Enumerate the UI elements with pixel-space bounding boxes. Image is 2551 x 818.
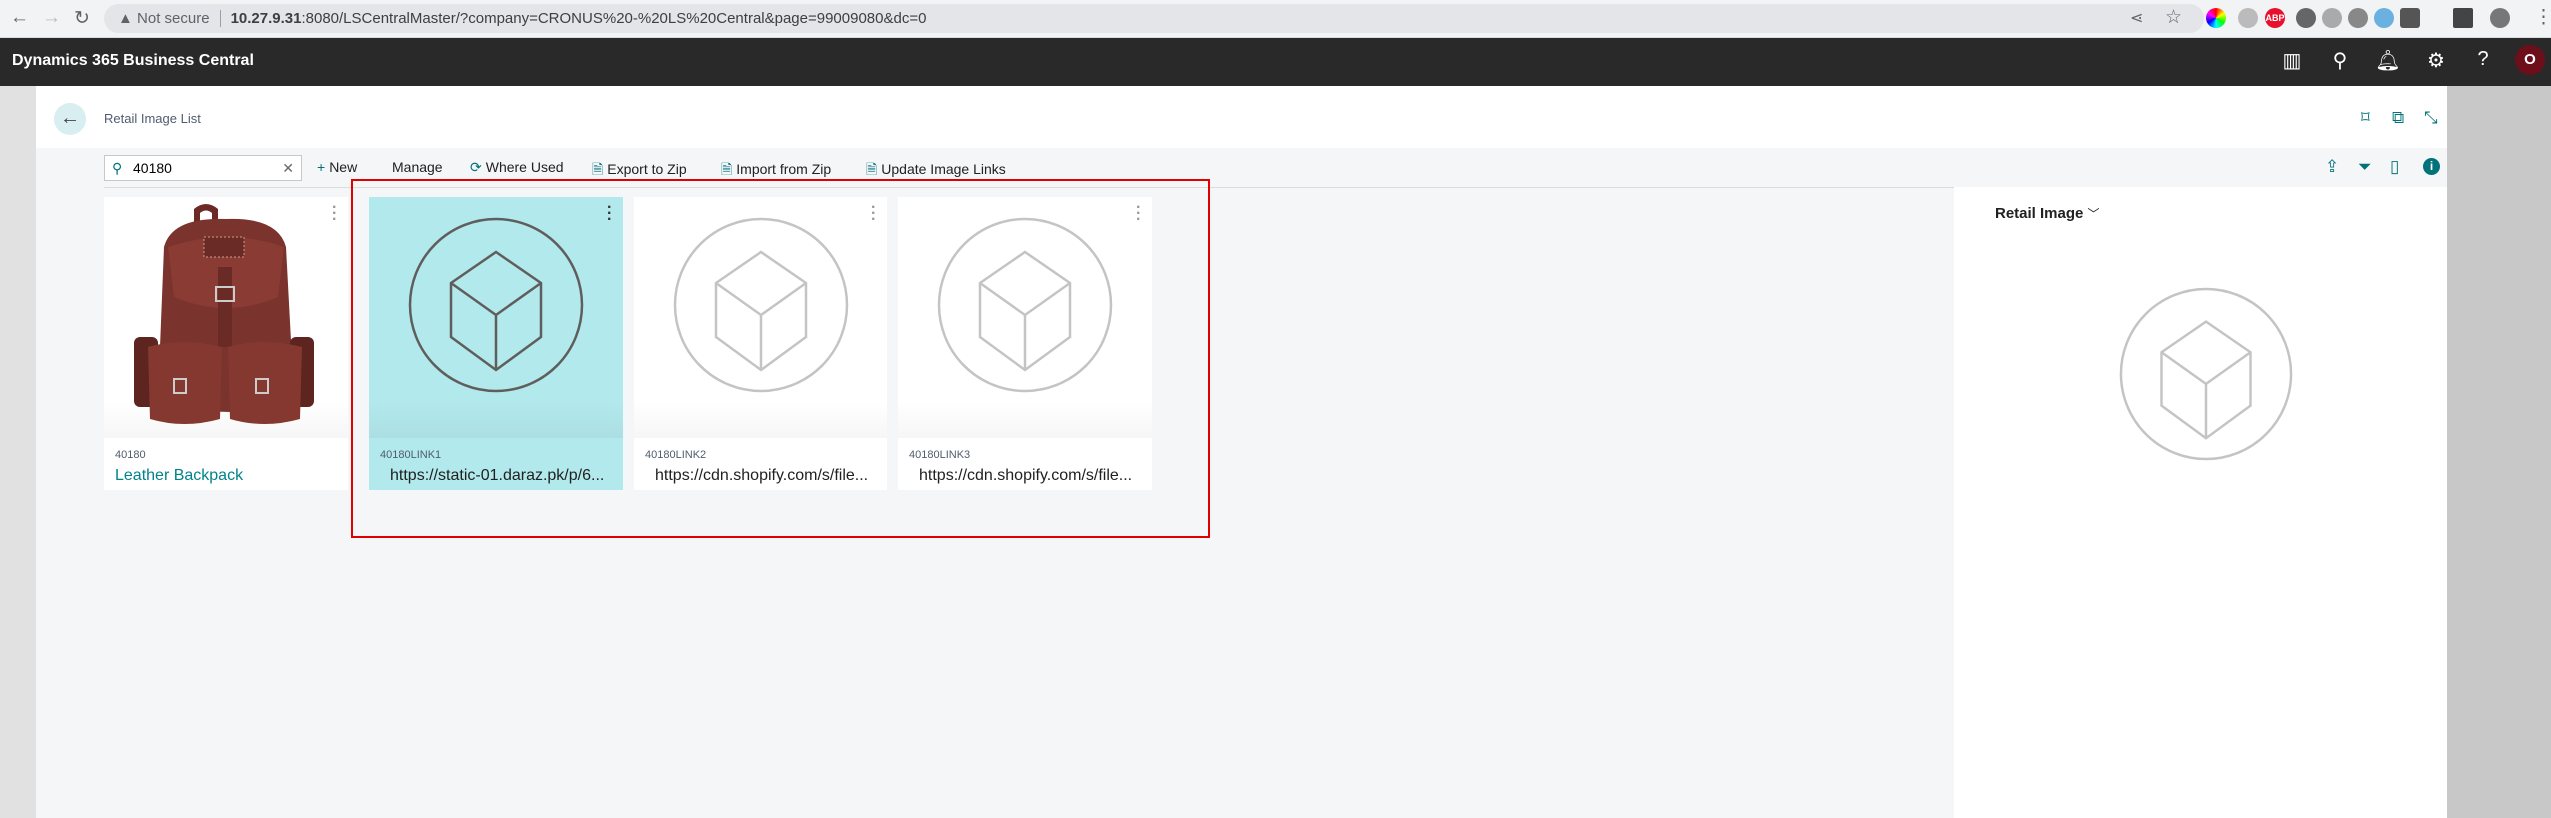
- search-icon: ⚲: [112, 160, 123, 176]
- app-bar: [0, 38, 2551, 86]
- update-label: Update Image Links: [881, 161, 1006, 177]
- gear-icon[interactable]: ⚙: [2423, 48, 2449, 73]
- left-gutter: [0, 86, 36, 818]
- search-input[interactable]: [133, 160, 263, 176]
- info-icon[interactable]: i: [2423, 158, 2440, 175]
- layout-icon[interactable]: ▯: [2390, 157, 2399, 177]
- new-button[interactable]: + New: [317, 159, 357, 175]
- card-code: 40180: [115, 449, 146, 461]
- address-bar[interactable]: ▲ Not secure 10.27.9.31:8080/LSCentralMas…: [104, 4, 2204, 33]
- share-icon[interactable]: ⇪: [2325, 157, 2339, 177]
- extensions-puzzle-icon[interactable]: [2400, 8, 2420, 28]
- extension-bug-icon[interactable]: [2296, 8, 2316, 28]
- manage-label: Manage: [392, 159, 443, 175]
- browser-menu-icon[interactable]: ⋮: [2534, 6, 2551, 29]
- app-title[interactable]: Dynamics 365 Business Central: [12, 52, 254, 70]
- card-description-link[interactable]: Leather Backpack: [115, 467, 243, 485]
- warning-icon: ▲ Not secure: [118, 10, 221, 27]
- extension-triangle-icon[interactable]: [2374, 8, 2394, 28]
- factbox-pane: [1954, 187, 2447, 818]
- search-box[interactable]: ⚲ ✕: [104, 155, 302, 181]
- update-links-icon: 🗎︎: [866, 161, 878, 177]
- profile-avatar[interactable]: [2490, 8, 2510, 28]
- where-used-button[interactable]: ⟳ Where Used: [470, 159, 564, 176]
- open-new-window-icon[interactable]: ⧉: [2392, 108, 2404, 128]
- adblock-icon[interactable]: ABP: [2265, 8, 2285, 28]
- company-building-icon[interactable]: ▥: [2279, 48, 2305, 73]
- back-button[interactable]: ←: [54, 103, 86, 135]
- factbox-cube-placeholder-icon: [2119, 287, 2293, 461]
- where-used-label: Where Used: [485, 159, 564, 175]
- page-title: Retail Image List: [104, 111, 201, 126]
- chevron-down-icon: ﹀: [2087, 207, 2100, 221]
- extension-gears-icon[interactable]: [2322, 8, 2342, 28]
- filter-icon[interactable]: ⏷: [2358, 157, 2372, 177]
- side-panel-icon[interactable]: [2453, 8, 2473, 28]
- url-host: 10.27.9.31: [230, 10, 302, 27]
- backpack-image: [104, 197, 348, 438]
- user-avatar[interactable]: O: [2515, 45, 2545, 75]
- highlight-box: [351, 179, 1210, 538]
- new-label: New: [329, 159, 358, 175]
- extension-color-icon[interactable]: [2206, 8, 2226, 28]
- plus-icon: +: [317, 159, 326, 175]
- factbox-title-label: Retail Image: [1995, 205, 2084, 222]
- not-secure-label: Not secure: [137, 10, 210, 27]
- help-icon[interactable]: ?: [2470, 48, 2496, 71]
- export-file-icon: 🗎︎: [592, 161, 604, 177]
- clear-search-icon[interactable]: ✕: [282, 156, 294, 180]
- url-path: :8080/LSCentralMaster/?company=CRONUS%20…: [301, 10, 927, 27]
- bell-icon[interactable]: 🔔︎: [2375, 48, 2401, 73]
- extension-wave-icon[interactable]: [2348, 8, 2368, 28]
- page-header: [36, 86, 2447, 148]
- bookmark-icon[interactable]: ⌑: [2361, 108, 2370, 128]
- reload-icon[interactable]: ↻: [74, 7, 90, 30]
- import-file-icon: 🗎︎: [721, 161, 733, 177]
- share-icon[interactable]: ⋖: [2130, 8, 2143, 28]
- where-used-icon: ⟳: [470, 159, 482, 175]
- back-nav-icon[interactable]: ←: [10, 7, 29, 29]
- search-icon[interactable]: ⚲: [2327, 48, 2353, 73]
- factbox-title[interactable]: Retail Image ﹀: [1995, 205, 2100, 222]
- star-icon[interactable]: ☆: [2165, 6, 2182, 29]
- right-gutter: [2447, 86, 2551, 818]
- collapse-icon[interactable]: ⤡: [2424, 108, 2438, 128]
- import-label: Import from Zip: [736, 161, 832, 177]
- manage-button[interactable]: Manage: [392, 159, 443, 175]
- image-card[interactable]: · · · 40180 Leather Backpack: [104, 197, 348, 490]
- card-menu-icon[interactable]: · · ·: [332, 200, 337, 228]
- extension-globe-icon[interactable]: [2238, 8, 2258, 28]
- export-label: Export to Zip: [607, 161, 687, 177]
- forward-nav-icon[interactable]: →: [42, 7, 61, 29]
